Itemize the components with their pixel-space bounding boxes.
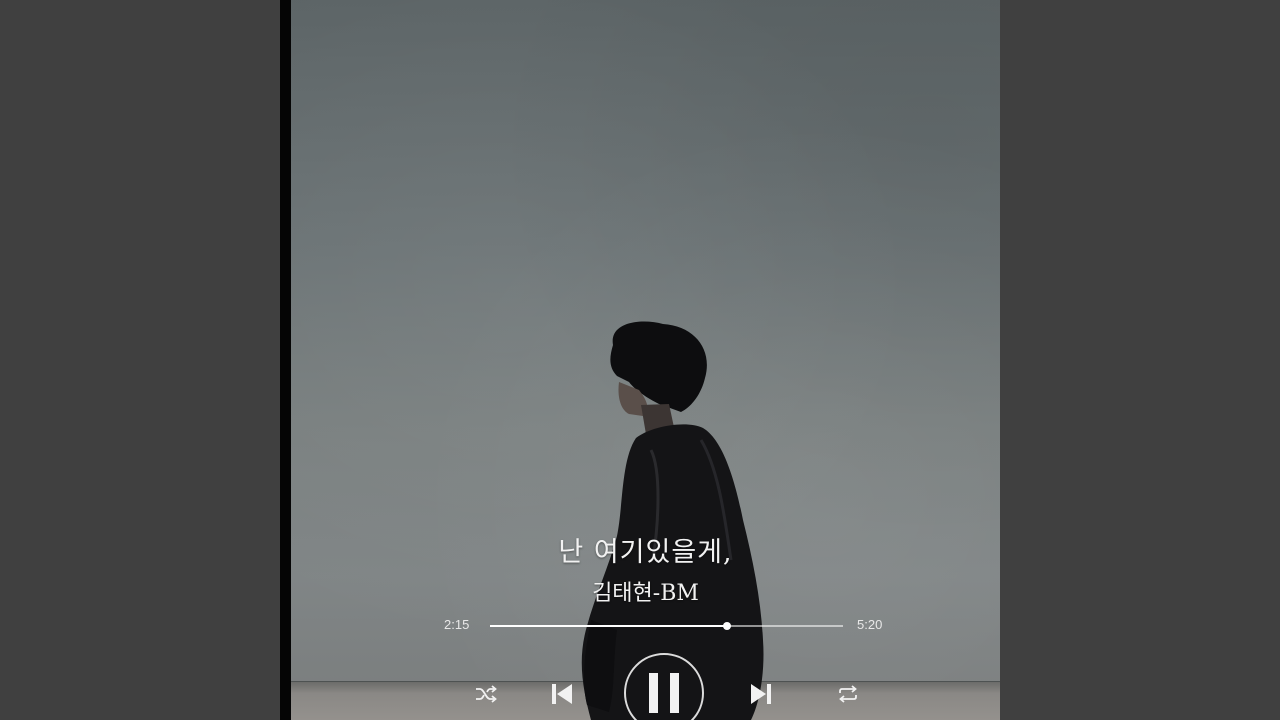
- repeat-icon: [839, 685, 857, 703]
- next-button[interactable]: [748, 680, 774, 708]
- player-overlay: 난 여기있을게, 김태현-BM 2:15 5:20: [291, 0, 1000, 720]
- progress-knob[interactable]: [722, 622, 731, 630]
- pause-icon: [649, 673, 679, 713]
- shuffle-button[interactable]: [474, 683, 498, 705]
- repeat-button[interactable]: [836, 683, 860, 705]
- play-pause-button[interactable]: [624, 653, 704, 720]
- skip-next-icon: [751, 684, 771, 704]
- song-title: 난 여기있을게,: [558, 537, 733, 568]
- previous-button[interactable]: [549, 680, 575, 708]
- shuffle-icon: [476, 685, 497, 703]
- progress-fill: [490, 625, 727, 627]
- total-time: 5:20: [857, 617, 883, 632]
- letterbox-edge: [280, 0, 291, 720]
- song-artist: 김태현-BM: [592, 581, 699, 606]
- elapsed-time: 2:15: [444, 617, 470, 632]
- video-frame: 난 여기있을게, 김태현-BM 2:15 5:20: [0, 0, 1280, 720]
- skip-previous-icon: [552, 684, 572, 704]
- progress-bar[interactable]: [490, 622, 843, 630]
- album-cover: 난 여기있을게, 김태현-BM 2:15 5:20: [291, 0, 1000, 720]
